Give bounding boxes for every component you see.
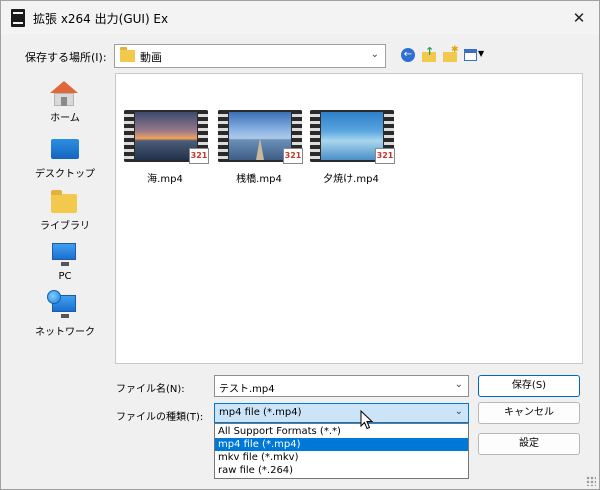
close-icon: ✕	[572, 9, 586, 27]
film-icon	[11, 9, 25, 27]
place-library[interactable]: ライブラリ	[19, 185, 111, 235]
close-button[interactable]: ✕	[567, 7, 591, 29]
title-bar: 拡張 x264 出力(GUI) Ex ✕	[1, 1, 599, 35]
filetype-dropdown-list: All Support Formats (*.*) mp4 file (*.mp…	[214, 423, 469, 479]
settings-button[interactable]: 設定	[478, 433, 580, 455]
save-dialog: 拡張 x264 出力(GUI) Ex ✕ 保存する場所(I): 動画 ⌄ ← ↑…	[0, 0, 600, 490]
filetype-value: mp4 file (*.mp4)	[219, 407, 302, 418]
places-bar: ホーム デスクトップ ライブラリ PC ネットワーク	[19, 73, 111, 365]
view-menu-button[interactable]: ▼	[463, 46, 487, 64]
location-value: 動画	[140, 51, 162, 64]
file-item[interactable]: 321 桟橋.mp4	[217, 110, 303, 190]
chevron-down-icon: ⌄	[454, 379, 463, 390]
filetype-label: ファイルの種類(T):	[116, 412, 204, 423]
place-label: ホーム	[50, 113, 80, 124]
media-player-badge-icon: 321	[375, 148, 395, 164]
place-label: ネットワーク	[35, 327, 95, 338]
pc-icon	[52, 243, 76, 266]
place-label: デスクトップ	[35, 169, 95, 180]
file-item[interactable]: 321 夕焼け.mp4	[309, 110, 395, 190]
window-title: 拡張 x264 出力(GUI) Ex	[33, 12, 169, 26]
file-item[interactable]: 321 海.mp4	[123, 110, 209, 190]
desktop-icon	[51, 139, 79, 159]
resize-grip-icon[interactable]	[586, 476, 596, 486]
file-name: 海.mp4	[147, 174, 183, 185]
place-network[interactable]: ネットワーク	[19, 290, 111, 341]
file-name: 桟橋.mp4	[236, 174, 282, 185]
chevron-down-icon: ⌄	[454, 406, 463, 417]
back-icon: ←	[401, 48, 415, 62]
place-label: PC	[58, 271, 72, 282]
view-menu-icon	[464, 49, 477, 61]
file-name: 夕焼け.mp4	[323, 174, 379, 185]
place-pc[interactable]: PC	[19, 239, 111, 289]
filename-value: テスト.mp4	[219, 384, 275, 395]
home-icon	[50, 81, 78, 107]
save-button[interactable]: 保存(S)	[478, 375, 580, 397]
cancel-button[interactable]: キャンセル	[478, 402, 580, 424]
up-folder-button[interactable]: ↑	[421, 45, 439, 64]
filename-input[interactable]: テスト.mp4 ⌄	[214, 375, 469, 397]
file-list-view[interactable]: 321 海.mp4 321 桟橋.mp4 321 夕焼け.mp4	[115, 73, 583, 364]
location-label: 保存する場所(I):	[25, 51, 107, 64]
media-player-badge-icon: 321	[283, 148, 303, 164]
filetype-option[interactable]: All Support Formats (*.*)	[215, 425, 468, 438]
mouse-cursor-icon	[360, 410, 374, 430]
filetype-option[interactable]: mkv file (*.mkv)	[215, 451, 468, 464]
dropdown-arrow-icon: ▼	[478, 49, 485, 58]
chevron-down-icon: ⌄	[370, 49, 379, 60]
place-label: ライブラリ	[40, 221, 90, 232]
filetype-option-selected[interactable]: mp4 file (*.mp4)	[215, 438, 468, 451]
media-player-badge-icon: 321	[189, 148, 209, 164]
back-button[interactable]: ←	[399, 46, 417, 64]
library-folder-icon	[51, 190, 77, 213]
location-combobox[interactable]: 動画 ⌄	[114, 44, 386, 68]
place-home[interactable]: ホーム	[19, 77, 111, 127]
filetype-option[interactable]: raw file (*.264)	[215, 464, 468, 477]
filetype-select[interactable]: mp4 file (*.mp4) ⌄	[214, 403, 469, 423]
place-desktop[interactable]: デスクトップ	[19, 133, 111, 183]
network-icon	[47, 290, 76, 318]
new-folder-button[interactable]: ✱	[442, 45, 460, 64]
filename-label: ファイル名(N):	[116, 384, 185, 395]
folder-icon	[120, 47, 135, 62]
